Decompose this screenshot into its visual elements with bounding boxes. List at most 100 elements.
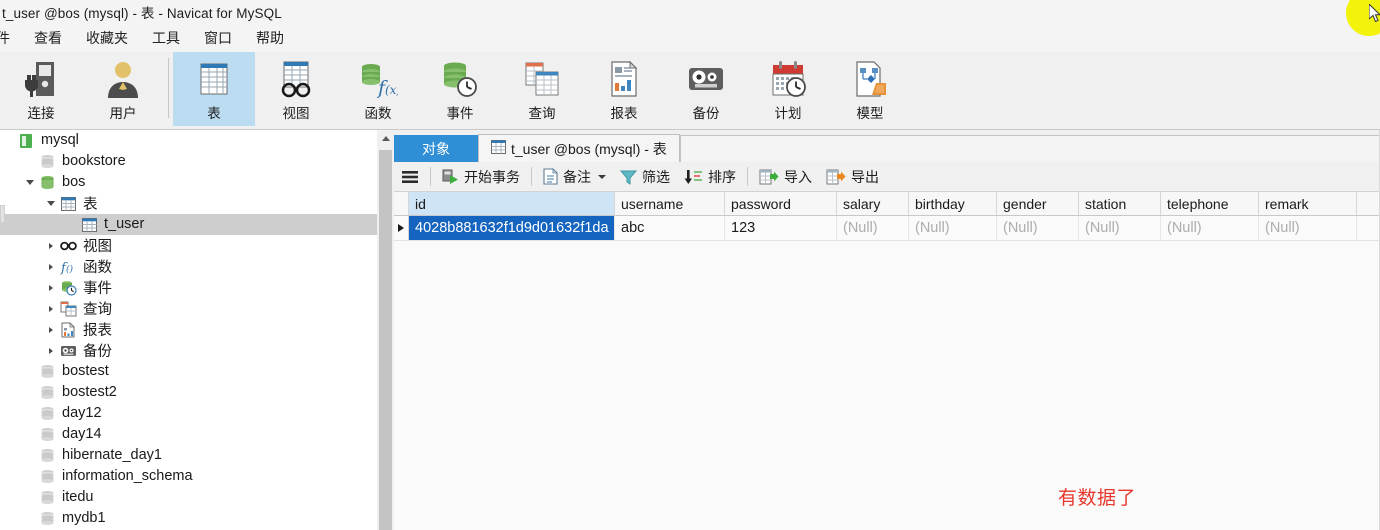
import-button[interactable]: 导入 <box>752 164 819 190</box>
backup-tape-icon <box>61 345 76 356</box>
data-grid[interactable]: id username password salary birthday gender st… <box>394 192 1380 530</box>
scrollbar-thumb[interactable] <box>379 150 392 530</box>
tree-item-label: bos <box>62 174 86 190</box>
column-header-gender[interactable]: gender <box>997 192 1079 215</box>
menu-view[interactable]: 查看 <box>22 25 74 51</box>
note-button[interactable]: 备注 <box>536 164 613 190</box>
row-selector[interactable] <box>394 216 409 240</box>
tree-item-t_user[interactable]: t_user <box>0 214 377 235</box>
chevron-down-icon[interactable] <box>21 180 39 185</box>
tree-item-表[interactable]: 表 <box>0 193 377 214</box>
panel-splitter-handle[interactable] <box>0 205 5 223</box>
tree-item-bostest2[interactable]: bostest2 <box>0 382 377 403</box>
tree-item-day14[interactable]: day14 <box>0 424 377 445</box>
cell-gender[interactable]: (Null) <box>997 216 1079 240</box>
toolbar-button-event[interactable]: 事件 <box>419 52 501 126</box>
menu-favorites[interactable]: 收藏夹 <box>74 25 140 51</box>
cell-username[interactable]: abc <box>615 216 725 240</box>
menu-file[interactable]: 件 <box>0 25 22 51</box>
note-icon <box>543 168 558 185</box>
toolbar-button-model[interactable]: 模型 <box>829 52 911 126</box>
toolbar-button-view[interactable]: 视图 <box>255 52 337 126</box>
column-header-birthday[interactable]: birthday <box>909 192 997 215</box>
cell-remark[interactable]: (Null) <box>1259 216 1357 240</box>
toolbar-button-backup[interactable]: 备份 <box>665 52 747 126</box>
column-header-salary[interactable]: salary <box>837 192 909 215</box>
tab-table-data-label: t_user @bos (mysql) - 表 <box>511 140 667 157</box>
menu-tools[interactable]: 工具 <box>140 25 192 51</box>
chevron-right-icon[interactable] <box>42 347 60 354</box>
toolbar-button-query[interactable]: 查询 <box>501 52 583 126</box>
chevron-right-icon[interactable] <box>42 284 60 291</box>
table-grid-icon <box>61 196 76 211</box>
svg-text:(): () <box>66 264 74 275</box>
database-gray-icon <box>39 511 56 527</box>
cell-salary[interactable]: (Null) <box>837 216 909 240</box>
expander-closed-glyph <box>49 242 53 249</box>
menu-window[interactable]: 窗口 <box>192 25 244 51</box>
chevron-right-icon[interactable] <box>42 242 60 249</box>
tree-item-bookstore[interactable]: bookstore <box>0 151 377 172</box>
tree-item-事件[interactable]: 事件 <box>0 277 377 298</box>
tree-item-label: 视图 <box>83 238 112 255</box>
cell-telephone[interactable]: (Null) <box>1161 216 1259 240</box>
column-header-username[interactable]: username <box>615 192 725 215</box>
schedule-icon <box>768 57 808 101</box>
tree-item-备份[interactable]: 备份 <box>0 340 377 361</box>
chevron-right-icon[interactable] <box>42 326 60 333</box>
tree-item-hibernate_day1[interactable]: hibernate_day1 <box>0 445 377 466</box>
filter-button[interactable]: 筛选 <box>613 164 677 190</box>
database-gray-icon <box>41 364 54 378</box>
tree-item-mysql[interactable]: mysql <box>0 130 377 151</box>
chevron-down-icon[interactable] <box>42 201 60 206</box>
sort-button[interactable]: 排序 <box>677 164 743 190</box>
view-glasses-icon <box>60 241 77 250</box>
tree-item-视图[interactable]: 视图 <box>0 235 377 256</box>
chevron-down-icon[interactable] <box>598 174 606 179</box>
chevron-right-icon[interactable] <box>42 263 60 270</box>
tab-table-icon <box>491 140 506 157</box>
toolbar-button-connection[interactable]: 连接 <box>0 52 82 126</box>
toolbar-button-report[interactable]: 报表 <box>583 52 665 126</box>
column-header-password[interactable]: password <box>725 192 837 215</box>
tab-objects[interactable]: 对象 <box>394 135 478 162</box>
scroll-up-button[interactable] <box>377 130 394 147</box>
tree-item-函数[interactable]: f() 函数 <box>0 256 377 277</box>
cell-station[interactable]: (Null) <box>1079 216 1161 240</box>
tree-item-bostest[interactable]: bostest <box>0 361 377 382</box>
server-icon <box>20 133 32 148</box>
toolbar-button-schedule[interactable]: 计划 <box>747 52 829 126</box>
tree-item-day12[interactable]: day12 <box>0 403 377 424</box>
tab-table-data[interactable]: t_user @bos (mysql) - 表 <box>478 134 680 162</box>
cell-birthday[interactable]: (Null) <box>909 216 997 240</box>
tree-item-报表[interactable]: 报表 <box>0 319 377 340</box>
column-header-telephone[interactable]: telephone <box>1161 192 1259 215</box>
table-row[interactable]: 4028b881632f1d9d01632f1da abc 123 (Null) (Nu… <box>394 216 1380 241</box>
database-tree[interactable]: mysql bookstore bos 表 t_user 视图 f() 函数 事件 查询 报表 备份 b… <box>0 130 377 530</box>
export-icon <box>826 169 846 184</box>
chevron-right-icon[interactable] <box>42 305 60 312</box>
view-icon <box>276 57 316 101</box>
toolbar-button-function[interactable]: f (x) 函数 <box>337 52 419 126</box>
begin-transaction-button[interactable]: 开始事务 <box>435 164 527 190</box>
toolbar-button-user[interactable]: 用户 <box>82 52 164 126</box>
column-header-id[interactable]: id <box>409 192 615 215</box>
tree-item-查询[interactable]: 查询 <box>0 298 377 319</box>
toolbar-label-function: 函数 <box>364 106 392 121</box>
cell-id[interactable]: 4028b881632f1d9d01632f1da <box>409 216 615 240</box>
sidebar-scrollbar[interactable] <box>377 130 394 530</box>
tree-item-information_schema[interactable]: information_schema <box>0 466 377 487</box>
event-icon <box>440 57 480 101</box>
grid-menu-button[interactable] <box>394 164 426 190</box>
tree-item-bos[interactable]: bos <box>0 172 377 193</box>
grid-empty-area <box>394 242 1380 530</box>
database-gray-icon <box>39 490 56 506</box>
toolbar-button-table[interactable]: 表 <box>173 52 255 126</box>
menu-help[interactable]: 帮助 <box>244 25 296 51</box>
export-button[interactable]: 导出 <box>819 164 886 190</box>
tree-item-itedu[interactable]: itedu <box>0 487 377 508</box>
column-header-remark[interactable]: remark <box>1259 192 1357 215</box>
tree-item-mydb1[interactable]: mydb1 <box>0 508 377 529</box>
column-header-station[interactable]: station <box>1079 192 1161 215</box>
cell-password[interactable]: 123 <box>725 216 837 240</box>
